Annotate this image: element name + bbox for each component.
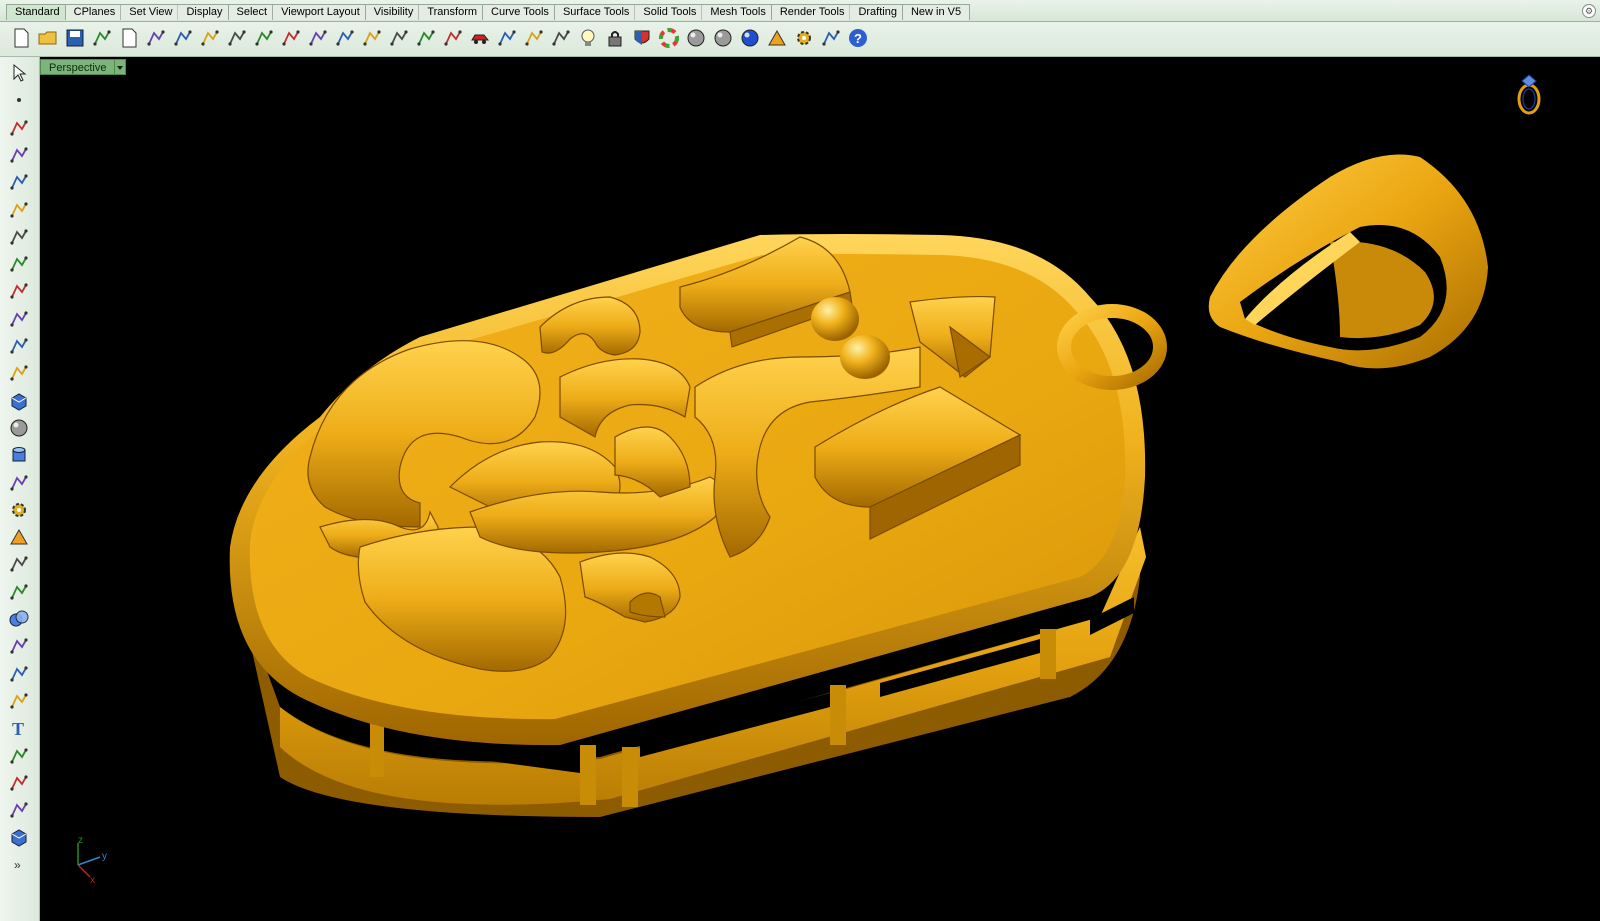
circle-icon[interactable] (7, 170, 31, 194)
tab-display[interactable]: Display (177, 4, 232, 20)
surface-icon[interactable] (7, 334, 31, 358)
options-gear-icon[interactable] (791, 25, 817, 51)
curve-points-icon[interactable] (7, 143, 31, 167)
tab-standard[interactable]: Standard (6, 4, 69, 20)
cut-icon[interactable] (143, 25, 169, 51)
undo-icon[interactable] (224, 25, 250, 51)
array-icon[interactable] (7, 771, 31, 795)
select-arrow-icon[interactable] (7, 61, 31, 85)
extrude-icon[interactable] (7, 361, 31, 385)
tab-curve-tools[interactable]: Curve Tools (482, 4, 558, 20)
print-icon[interactable] (89, 25, 115, 51)
tab-visibility[interactable]: Visibility (364, 4, 423, 20)
car-icon[interactable] (467, 25, 493, 51)
tab-drafting[interactable]: Drafting (849, 4, 906, 20)
snap-icon[interactable] (548, 25, 574, 51)
toolbar-tab-strip: Standard CPlanes Set View Display Select View… (0, 0, 1600, 22)
tab-viewport-layout[interactable]: Viewport Layout (272, 4, 369, 20)
text-icon[interactable]: T (7, 716, 31, 740)
point-icon[interactable] (7, 88, 31, 112)
tab-list: Standard CPlanes Set View Display Select View… (6, 4, 971, 20)
transform-icon[interactable] (7, 744, 31, 768)
cylinder-icon[interactable] (7, 443, 31, 467)
render-tools-icon[interactable] (764, 25, 790, 51)
paste-icon[interactable] (197, 25, 223, 51)
pendant-model (229, 154, 1488, 817)
main-left-toolbar: T» (0, 57, 40, 921)
save-icon[interactable] (62, 25, 88, 51)
four-viewports-icon[interactable] (440, 25, 466, 51)
curve-tools-icon[interactable] (7, 662, 31, 686)
flow-icon[interactable] (7, 798, 31, 822)
color-wheel-icon[interactable] (656, 25, 682, 51)
split-view-icon[interactable] (818, 25, 844, 51)
boolean-icon[interactable] (7, 607, 31, 631)
polygon-icon[interactable] (7, 279, 31, 303)
zoom-icon[interactable] (305, 25, 331, 51)
open-folder-icon[interactable] (35, 25, 61, 51)
tab-select[interactable]: Select (227, 4, 277, 20)
tab-render-tools[interactable]: Render Tools (770, 4, 854, 20)
dimension-icon[interactable] (7, 552, 31, 576)
move-cross-icon[interactable] (278, 25, 304, 51)
toolbar-buttons: ? (8, 25, 871, 51)
zoom-window-icon[interactable] (332, 25, 358, 51)
plane-surface-icon[interactable] (7, 471, 31, 495)
curve-icon[interactable] (7, 225, 31, 249)
analyze-icon[interactable] (7, 525, 31, 549)
pendant-bail (1208, 154, 1488, 369)
pan-hand-icon[interactable] (251, 25, 277, 51)
perspective-viewport[interactable]: Perspective z y x (40, 57, 1600, 921)
zoom-selected-icon[interactable] (386, 25, 412, 51)
axis-y-label: y (102, 851, 107, 862)
tab-mesh-tools[interactable]: Mesh Tools (701, 4, 775, 20)
tab-transform[interactable]: Transform (418, 4, 487, 20)
rotate-view-icon[interactable] (413, 25, 439, 51)
tab-options-icon[interactable]: ⚙ (1582, 4, 1596, 18)
cplane-icon[interactable] (521, 25, 547, 51)
layer-shield-icon[interactable] (629, 25, 655, 51)
blue-sphere-icon[interactable] (737, 25, 763, 51)
light-bulb-icon[interactable] (575, 25, 601, 51)
svg-text:»: » (14, 858, 21, 872)
viewport-title[interactable]: Perspective (40, 59, 127, 75)
tab-cplanes[interactable]: CPlanes (64, 4, 125, 20)
copy-icon[interactable] (170, 25, 196, 51)
spheres-icon[interactable] (7, 416, 31, 440)
box-icon[interactable] (7, 389, 31, 413)
tab-set-view[interactable]: Set View (120, 4, 182, 20)
svg-text:T: T (12, 719, 24, 739)
box-edit-icon[interactable] (7, 825, 31, 849)
fillet-curve-icon[interactable] (7, 307, 31, 331)
offset-icon[interactable] (7, 689, 31, 713)
lock-icon[interactable] (602, 25, 628, 51)
rendered-sphere-icon[interactable] (710, 25, 736, 51)
import-icon[interactable] (116, 25, 142, 51)
zoom-extents-icon[interactable] (359, 25, 385, 51)
more-icon[interactable]: » (7, 853, 31, 877)
tab-solid-tools[interactable]: Solid Tools (634, 4, 706, 20)
tab-surface-tools[interactable]: Surface Tools (553, 4, 639, 20)
axis-widget: z y x (77, 835, 107, 886)
svg-text:?: ? (854, 31, 862, 46)
viewport-label[interactable]: Perspective (40, 59, 116, 75)
rhino-ring-logo-icon (1517, 74, 1541, 115)
standard-toolbar: ? (0, 22, 1600, 57)
axis-x-label: x (90, 875, 95, 886)
axis-z-label: z (78, 835, 83, 846)
polyline-icon[interactable] (7, 116, 31, 140)
named-views-icon[interactable] (494, 25, 520, 51)
arc-icon[interactable] (7, 198, 31, 222)
hatch-icon[interactable] (7, 580, 31, 604)
tab-new-in-v5[interactable]: New in V5 (901, 4, 971, 20)
gear-solid-icon[interactable] (7, 498, 31, 522)
help-icon[interactable]: ? (845, 25, 871, 51)
viewport-menu-arrow-icon[interactable] (115, 59, 127, 75)
shaded-sphere-icon[interactable] (683, 25, 709, 51)
points-icon[interactable] (7, 634, 31, 658)
rectangle-icon[interactable] (7, 252, 31, 276)
new-file-icon[interactable] (8, 25, 34, 51)
